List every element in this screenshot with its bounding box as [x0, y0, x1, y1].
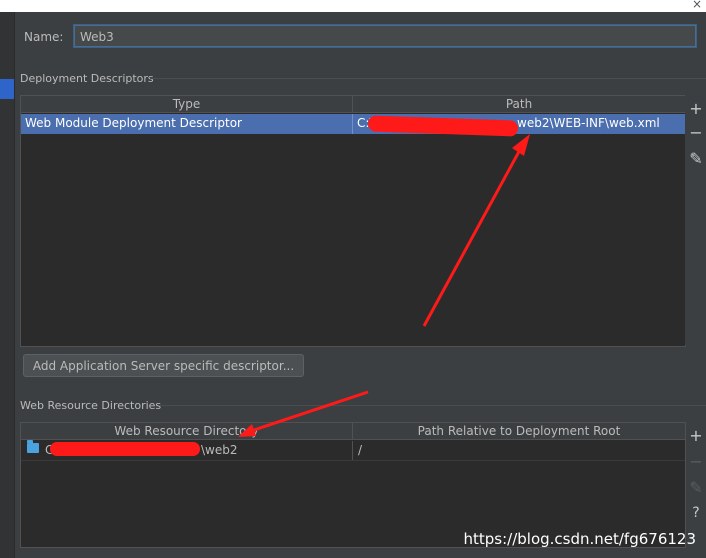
- arrow-head-upper: [512, 134, 530, 156]
- arrow-head-lower: [238, 424, 256, 437]
- arrow-line-lower: [247, 390, 369, 434]
- annotation-arrows: [238, 134, 530, 437]
- watermark: https://blog.csdn.net/fg676123: [463, 530, 696, 548]
- arrow-line-upper: [422, 145, 524, 327]
